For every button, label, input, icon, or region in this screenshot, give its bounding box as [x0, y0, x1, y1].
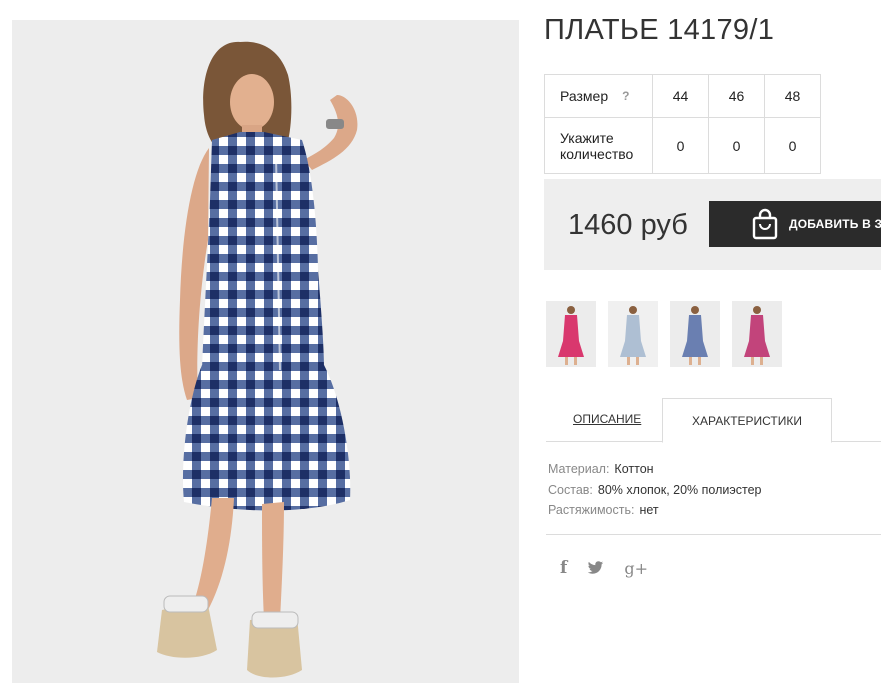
product-title: ПЛАТЬЕ 14179/1: [544, 14, 775, 46]
characteristics-list: Материал: Коттон Состав: 80% хлопок, 20% п…: [548, 459, 761, 521]
property-row: Состав: 80% хлопок, 20% полиэстер: [548, 480, 761, 501]
property-value: нет: [639, 503, 659, 517]
size-label: Размер: [560, 88, 609, 104]
google-plus-icon[interactable]: g+: [624, 559, 648, 578]
social-share: f g+: [560, 558, 668, 578]
add-to-cart-label: ДОБАВИТЬ В З: [789, 217, 881, 231]
size-44[interactable]: 44: [652, 74, 709, 118]
property-value: 80% хлопок, 20% полиэстер: [597, 482, 762, 497]
quantity-input-48[interactable]: 0: [764, 117, 821, 174]
thumbnail-1[interactable]: [546, 301, 596, 367]
thumbnail-4[interactable]: [732, 301, 782, 367]
product-tabs: ОПИСАНИЕ ХАРАКТЕРИСТИКИ: [546, 398, 881, 443]
price-panel: 1460 руб ДОБАВИТЬ В З: [544, 179, 881, 270]
thumbnail-2[interactable]: [608, 301, 658, 367]
thumbnail-3[interactable]: [670, 301, 720, 367]
tab-description[interactable]: ОПИСАНИЕ: [573, 412, 641, 426]
quantity-input-46[interactable]: 0: [708, 117, 765, 174]
size-48[interactable]: 48: [764, 74, 821, 118]
twitter-icon[interactable]: [587, 561, 604, 575]
quantity-input-44[interactable]: 0: [652, 117, 709, 174]
add-to-cart-button[interactable]: ДОБАВИТЬ В З: [709, 201, 881, 247]
shopping-bag-icon: [752, 208, 778, 240]
size-help-icon[interactable]: ?: [622, 89, 629, 103]
property-key: Состав:: [548, 482, 593, 497]
product-photo[interactable]: [12, 20, 519, 683]
property-key: Материал:: [548, 462, 610, 476]
size-label-cell: Размер ?: [544, 74, 653, 118]
tab-characteristics[interactable]: ХАРАКТЕРИСТИКИ: [662, 398, 832, 443]
price: 1460 руб: [568, 209, 688, 241]
property-row: Растяжимость: нет: [548, 500, 761, 521]
quantity-label: Укажите количество: [544, 117, 653, 174]
property-value: Коттон: [614, 462, 654, 476]
size-table: Размер ? 44 46 48 Укажите количество 0 0…: [544, 74, 821, 174]
thumbnail-strip: [546, 301, 794, 367]
divider: [546, 534, 881, 535]
size-46[interactable]: 46: [708, 74, 765, 118]
property-row: Материал: Коттон: [548, 459, 761, 480]
facebook-icon[interactable]: f: [560, 558, 567, 578]
property-key: Растяжимость:: [548, 503, 635, 517]
